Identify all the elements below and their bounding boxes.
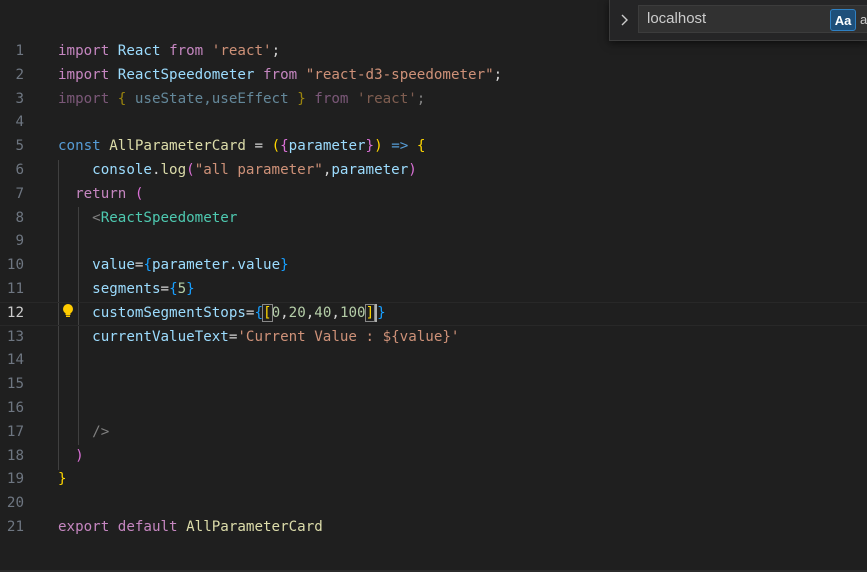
line-number: 5 bbox=[15, 138, 24, 155]
line-number-gutter: 1 2 3 4 5 6 7 8 9 10 11 12 13 14 15 16 1… bbox=[0, 40, 40, 540]
text-cursor bbox=[375, 303, 378, 322]
line-number: 9 bbox=[15, 233, 24, 250]
line-number: 7 bbox=[15, 185, 24, 202]
code-line: import React from 'react'; bbox=[58, 43, 281, 59]
line-number: 16 bbox=[6, 399, 24, 416]
line-number: 21 bbox=[6, 518, 24, 535]
code-line: } bbox=[58, 471, 67, 488]
line-number: 6 bbox=[15, 161, 24, 178]
line-number: 4 bbox=[15, 114, 24, 131]
code-editor[interactable]: 1 2 3 4 5 6 7 8 9 10 11 12 13 14 15 16 1… bbox=[0, 0, 867, 572]
line-number: 10 bbox=[6, 257, 24, 274]
code-line: segments={5} bbox=[92, 280, 195, 297]
line-number: 19 bbox=[6, 471, 24, 488]
code-line: value={parameter.value} bbox=[92, 257, 289, 274]
code-line: export default AllParameterCard bbox=[58, 518, 323, 535]
line-number: 20 bbox=[6, 495, 24, 512]
code-area[interactable]: import React from 'react'; import ReactS… bbox=[0, 40, 867, 540]
match-case-button[interactable]: Aa bbox=[830, 9, 856, 31]
code-line: import { useState,useEffect } from 'reac… bbox=[58, 90, 426, 107]
line-number: 17 bbox=[6, 423, 24, 440]
whole-word-button[interactable]: ab bbox=[860, 9, 867, 31]
code-line: return ( bbox=[75, 185, 144, 202]
code-line: ) bbox=[75, 447, 84, 464]
chevron-right-icon[interactable] bbox=[614, 6, 636, 34]
code-line-current: customSegmentStops={[0,20,40,100]} bbox=[0, 301, 867, 326]
line-number: 11 bbox=[6, 280, 24, 297]
code-line: <ReactSpeedometer bbox=[92, 209, 238, 226]
code-line: const AllParameterCard = ({parameter}) =… bbox=[58, 138, 426, 155]
line-number: 13 bbox=[6, 328, 24, 345]
line-number: 2 bbox=[15, 66, 24, 83]
line-number: 3 bbox=[15, 90, 24, 107]
code-line: console.log("all parameter",parameter) bbox=[92, 161, 417, 178]
find-widget: localhost Aa ab bbox=[609, 0, 867, 41]
line-number: 18 bbox=[6, 447, 24, 464]
code-line: import ReactSpeedometer from "react-d3-s… bbox=[58, 66, 503, 83]
line-number: 14 bbox=[6, 352, 24, 369]
code-line: /> bbox=[92, 423, 110, 440]
code-line: currentValueText='Current Value : ${valu… bbox=[92, 328, 460, 345]
line-number: 1 bbox=[15, 43, 24, 59]
line-number: 8 bbox=[15, 209, 24, 226]
line-number: 15 bbox=[6, 376, 24, 393]
